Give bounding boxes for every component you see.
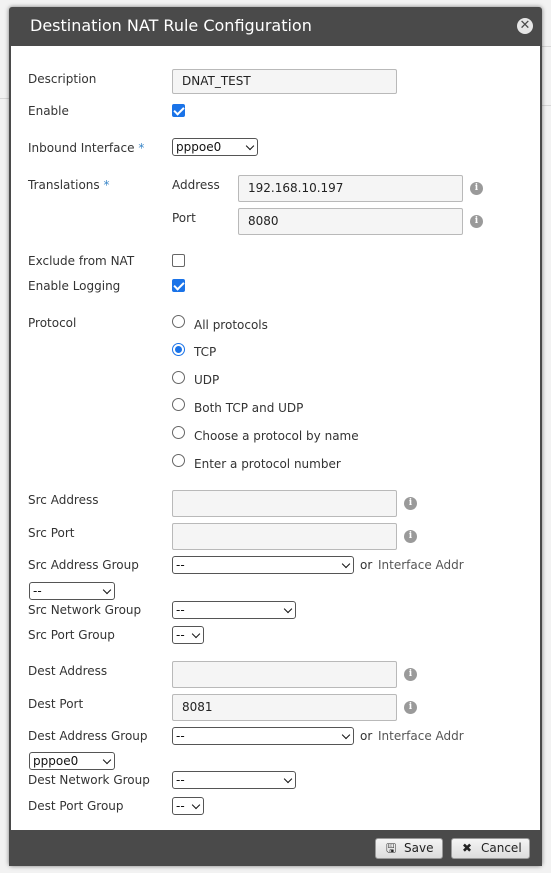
- info-icon[interactable]: i: [404, 530, 417, 543]
- chevron-down-icon: [283, 604, 293, 614]
- info-icon[interactable]: i: [404, 668, 417, 681]
- chevron-down-icon: [341, 730, 351, 740]
- dest-address-input[interactable]: [172, 661, 397, 688]
- src-address-input[interactable]: [172, 490, 397, 517]
- enable-checkbox[interactable]: [172, 104, 185, 117]
- enable-label: Enable: [28, 104, 69, 118]
- or-label: or: [360, 729, 373, 743]
- translation-port-label: Port: [172, 211, 196, 225]
- dest-port-input[interactable]: 8081: [172, 694, 397, 721]
- close-icon[interactable]: ✕: [517, 18, 533, 34]
- exclude-from-nat-checkbox[interactable]: [172, 254, 185, 267]
- dialog-titlebar[interactable]: Destination NAT Rule Configuration ✕: [9, 7, 542, 45]
- dest-network-group-select[interactable]: --: [172, 771, 296, 789]
- src-interface-addr-select[interactable]: --: [29, 582, 115, 600]
- info-icon[interactable]: i: [404, 701, 417, 714]
- save-button[interactable]: 🖫 Save: [375, 838, 443, 859]
- chevron-down-icon: [102, 585, 112, 595]
- background-divider: [0, 98, 9, 99]
- src-port-input[interactable]: [172, 523, 397, 550]
- enable-logging-checkbox[interactable]: [172, 279, 185, 292]
- dest-address-label: Dest Address: [28, 664, 108, 678]
- translation-address-label: Address: [172, 178, 220, 192]
- protocol-option-label: All protocols: [194, 318, 268, 332]
- src-network-group-select[interactable]: --: [172, 601, 296, 619]
- src-port-label: Src Port: [28, 526, 75, 540]
- dest-port-group-label: Dest Port Group: [28, 799, 124, 813]
- dialog-title: Destination NAT Rule Configuration: [30, 16, 312, 35]
- interface-addr-label: Interface Addr: [378, 558, 464, 572]
- src-port-group-select[interactable]: --: [172, 626, 204, 644]
- description-input[interactable]: DNAT_TEST: [172, 69, 397, 94]
- dialog-content: Description DNAT_TEST Enable Inbound Int…: [11, 46, 540, 830]
- chevron-down-icon: [102, 755, 112, 765]
- cancel-button[interactable]: ✖ Cancel: [451, 838, 530, 859]
- chevron-down-icon: [245, 141, 255, 151]
- info-icon[interactable]: i: [470, 215, 483, 228]
- dnat-rule-dialog: Destination NAT Rule Configuration ✕ Des…: [9, 7, 542, 866]
- background-divider: [542, 105, 551, 106]
- protocol-option-label: Both TCP and UDP: [194, 401, 304, 415]
- protocol-option-label: Choose a protocol by name: [194, 429, 359, 443]
- protocol-radio-tcp[interactable]: [172, 343, 185, 356]
- dest-address-group-label: Dest Address Group: [28, 729, 148, 743]
- protocol-radio-by-name[interactable]: [172, 426, 185, 439]
- cancel-button-label: Cancel: [481, 841, 522, 855]
- dest-network-group-label: Dest Network Group: [28, 773, 150, 787]
- dest-address-group-select[interactable]: --: [172, 727, 354, 745]
- or-label: or: [360, 558, 373, 572]
- chevron-down-icon: [283, 774, 293, 784]
- protocol-radio-by-number[interactable]: [172, 454, 185, 467]
- protocol-radio-udp[interactable]: [172, 371, 185, 384]
- chevron-down-icon: [191, 800, 201, 810]
- dest-port-group-select[interactable]: --: [172, 797, 204, 815]
- src-address-group-label: Src Address Group: [28, 558, 139, 572]
- dialog-footer: 🖫 Save ✖ Cancel: [9, 830, 542, 866]
- inbound-interface-select[interactable]: pppoe0: [172, 138, 258, 156]
- protocol-radio-all[interactable]: [172, 315, 185, 328]
- info-icon[interactable]: i: [404, 497, 417, 510]
- dest-interface-addr-select[interactable]: pppoe0: [29, 752, 115, 770]
- dest-port-label: Dest Port: [28, 697, 84, 711]
- exclude-from-nat-label: Exclude from NAT: [28, 254, 135, 268]
- translation-address-input[interactable]: 192.168.10.197: [238, 175, 463, 202]
- translation-port-input[interactable]: 8080: [238, 208, 463, 235]
- src-address-label: Src Address: [28, 493, 99, 507]
- interface-addr-label: Interface Addr: [378, 729, 464, 743]
- protocol-option-label: UDP: [194, 373, 220, 387]
- info-icon[interactable]: i: [470, 182, 483, 195]
- description-label: Description: [28, 72, 97, 86]
- background-divider: [542, 46, 551, 47]
- chevron-down-icon: [191, 629, 201, 639]
- protocol-radio-both[interactable]: [172, 398, 185, 411]
- src-port-group-label: Src Port Group: [28, 628, 115, 642]
- src-network-group-label: Src Network Group: [28, 603, 142, 617]
- protocol-label: Protocol: [28, 316, 77, 330]
- chevron-down-icon: [341, 559, 351, 569]
- protocol-option-label: TCP: [194, 345, 217, 359]
- protocol-option-label: Enter a protocol number: [194, 457, 341, 471]
- src-address-group-select[interactable]: --: [172, 556, 354, 574]
- floppy-disk-icon: 🖫: [386, 841, 397, 855]
- save-button-label: Save: [404, 841, 434, 855]
- translations-label: Translations *: [28, 178, 110, 192]
- enable-logging-label: Enable Logging: [28, 279, 121, 293]
- x-icon: ✖: [462, 841, 473, 855]
- inbound-interface-label: Inbound Interface *: [28, 141, 145, 155]
